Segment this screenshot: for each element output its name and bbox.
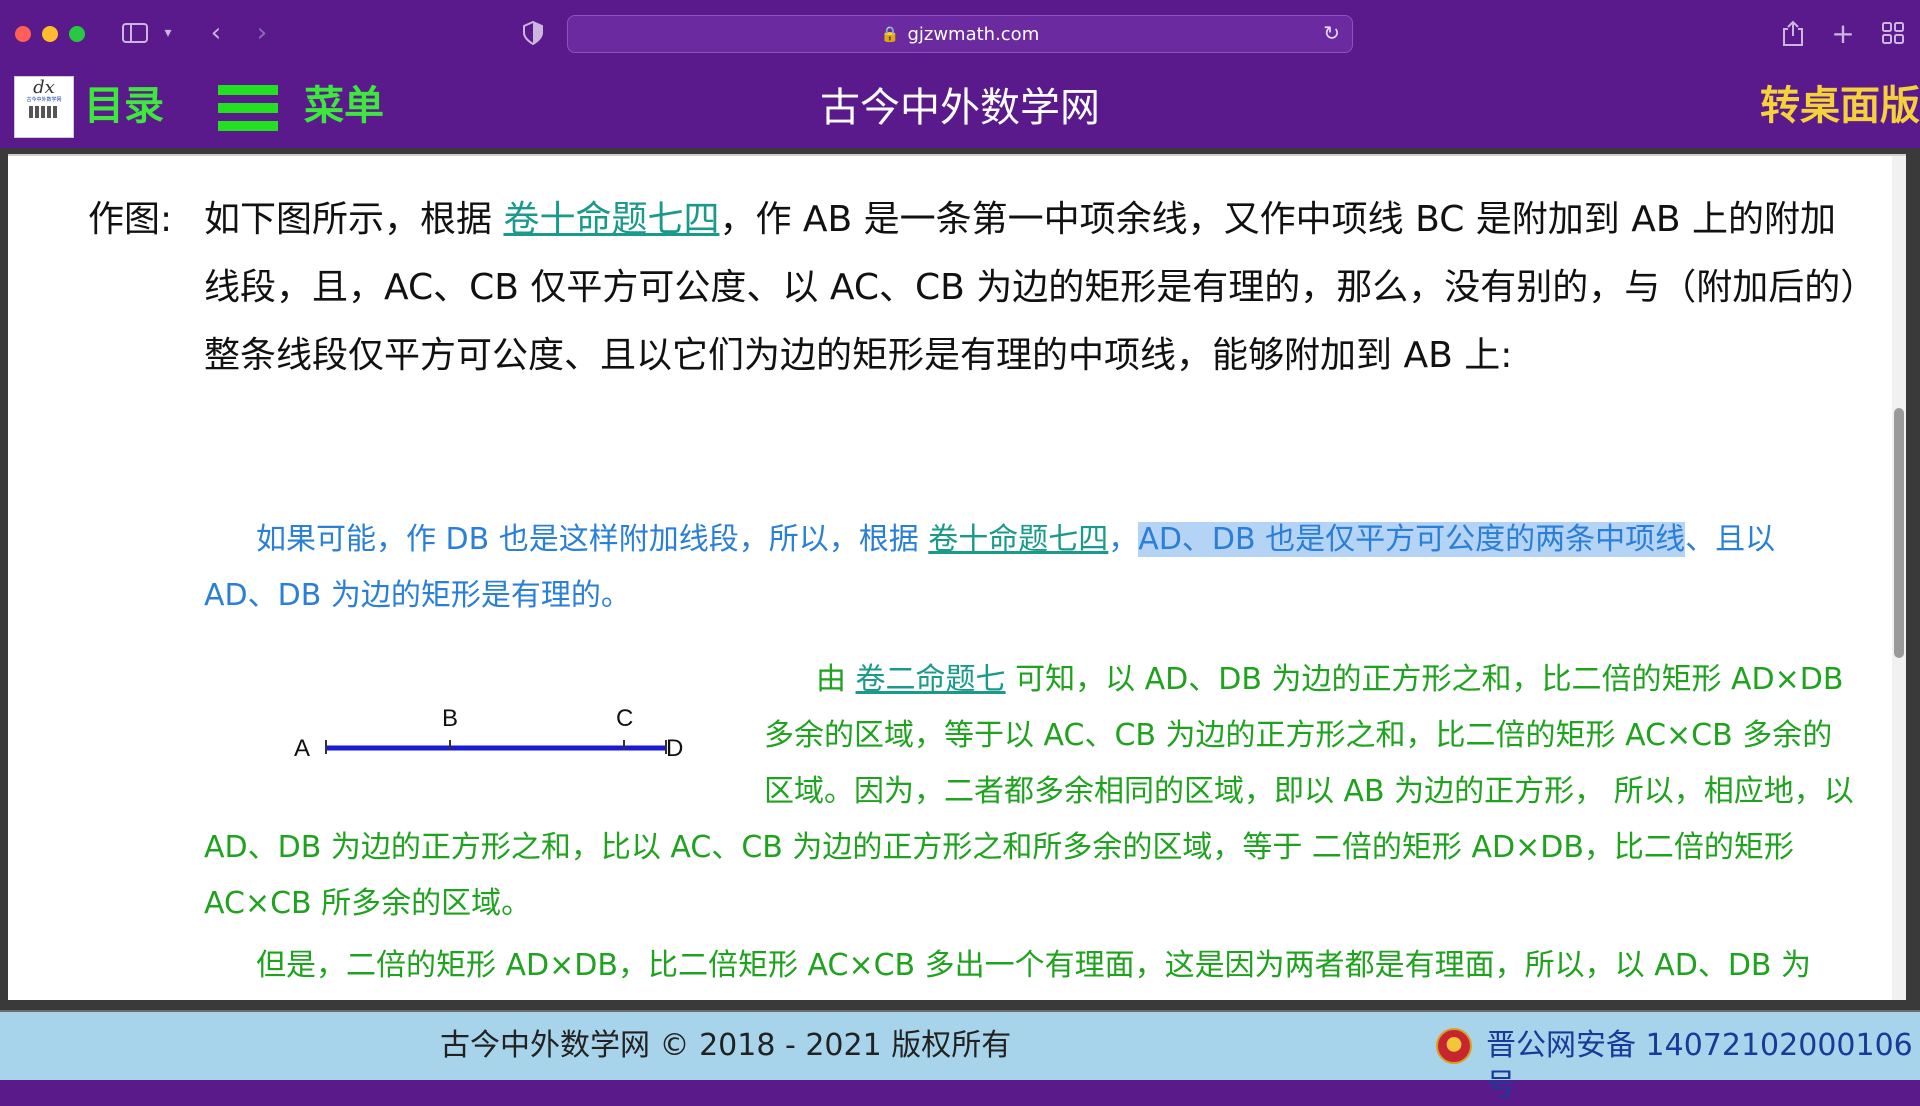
address-bar[interactable]: 🔒 gjzwmath.com ↻: [567, 15, 1353, 53]
copyright-text: 古今中外数学网 © 2018 - 2021 版权所有: [440, 1028, 1012, 1063]
url-text: gjzwmath.com: [907, 23, 1040, 45]
browser-toolbar: ▾ ‹ › 🔒 gjzwmath.com ↻ +: [0, 0, 1920, 68]
hamburger-menu-icon[interactable]: [218, 85, 278, 131]
site-logo[interactable]: dx 古今中外数学网: [14, 76, 74, 138]
p1-text-1: 如下图所示，根据: [204, 199, 504, 240]
paragraph-construction: 如下图所示，根据 卷十命题七四，作 AB 是一条第一中项余线，又作中项线 BC …: [204, 186, 1864, 390]
link-book10-prop74[interactable]: 卷十命题七四: [503, 199, 719, 240]
reload-icon[interactable]: ↻: [1323, 21, 1340, 45]
toc-link[interactable]: 目录: [84, 82, 164, 130]
p2-text-1: 如果可能，作 DB 也是这样附加线段，所以，根据: [256, 522, 929, 557]
logo-graphic: [29, 106, 59, 118]
grid-icon[interactable]: [1878, 16, 1908, 50]
lock-icon: 🔒: [880, 25, 900, 43]
minimize-window-button[interactable]: [42, 26, 58, 42]
diagram-label-d: D: [666, 735, 683, 762]
chevron-right-icon[interactable]: ›: [250, 16, 274, 50]
chevron-down-icon[interactable]: ▾: [158, 16, 178, 50]
content-frame: 作图: 如下图所示，根据 卷十命题七四，作 AB 是一条第一中项余线，又作中项线…: [0, 148, 1920, 1010]
site-title-wrap: 古今中外数学网: [0, 84, 1920, 132]
link-book2-prop7[interactable]: 卷二命题七: [856, 662, 1006, 697]
chevron-left-icon[interactable]: ‹: [204, 16, 228, 50]
paragraph-assumption: 如果可能，作 DB 也是这样附加线段，所以，根据 卷十命题七四，AD、DB 也是…: [204, 512, 1844, 624]
site-header: dx 古今中外数学网 目录 菜单 古今中外数学网 转桌面版: [0, 68, 1920, 148]
site-footer: 古今中外数学网 © 2018 - 2021 版权所有 晋公网安备 1407210…: [0, 1010, 1920, 1103]
link-book10-prop74-2[interactable]: 卷十命题七四: [928, 522, 1108, 557]
p2-text-2: ，: [1108, 522, 1139, 557]
construct-label: 作图:: [88, 199, 173, 240]
share-icon[interactable]: [1778, 16, 1808, 50]
p4-text-1: 但是，二倍的矩形 AD×DB，比二倍矩形 AC×CB 多出一个有理面，这是因为两…: [256, 948, 1812, 983]
diagram-label-c: C: [616, 705, 633, 732]
logo-caption: 古今中外数学网: [26, 97, 62, 103]
plus-icon[interactable]: +: [1828, 16, 1858, 50]
desktop-version-link[interactable]: 转桌面版: [1760, 82, 1920, 130]
menu-link[interactable]: 菜单: [304, 82, 384, 130]
diagram-label-a: A: [294, 735, 310, 762]
shield-icon[interactable]: [518, 16, 548, 50]
close-window-button[interactable]: [15, 26, 31, 42]
selected-text[interactable]: AD、DB 也是仅平方可公度的两条中项线: [1138, 522, 1686, 557]
icp-record-link[interactable]: 晋公网安备 14072102000106 号: [1486, 1026, 1920, 1106]
scrollbar-thumb[interactable]: [1894, 408, 1904, 658]
paragraph-continuation: 但是，二倍的矩形 AD×DB，比二倍矩形 AC×CB 多出一个有理面，这是因为两…: [204, 938, 1854, 994]
site-title: 古今中外数学网: [820, 85, 1100, 131]
logo-text: dx: [33, 77, 55, 98]
article-content: 作图: 如下图所示，根据 卷十命题七四，作 AB 是一条第一中项余线，又作中项线…: [8, 154, 1906, 1000]
police-badge-icon: [1436, 1028, 1472, 1064]
zoom-window-button[interactable]: [69, 26, 85, 42]
diagram-label-b: B: [442, 705, 458, 732]
p3-text-1: 由: [816, 662, 856, 697]
line-segment-diagram: A B C D: [294, 705, 683, 762]
scrollbar[interactable]: [1892, 156, 1906, 1000]
sidebar-icon[interactable]: [118, 16, 152, 50]
